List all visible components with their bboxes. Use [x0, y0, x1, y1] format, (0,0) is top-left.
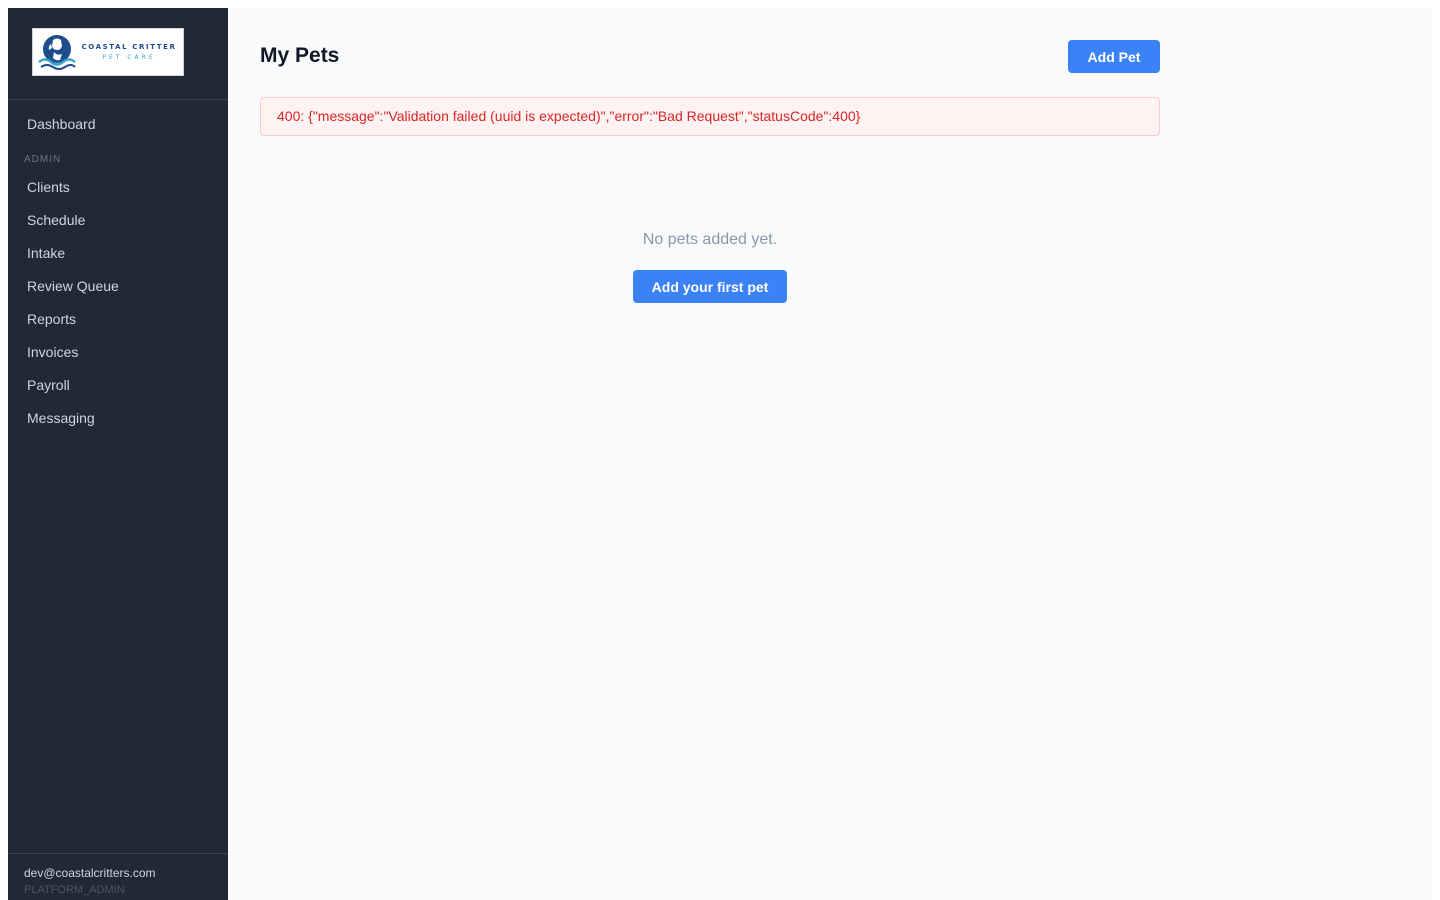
sidebar-item-invoices[interactable]: Invoices [8, 336, 228, 369]
sidebar-item-payroll[interactable]: Payroll [8, 369, 228, 402]
sidebar-item-review-queue[interactable]: Review Queue [8, 270, 228, 303]
user-info: dev@coastalcritters.com PLATFORM_ADMIN [8, 853, 228, 900]
brand-name-line2: PET CARE [102, 54, 156, 61]
dog-wave-logo-icon [38, 35, 76, 70]
sidebar-item-schedule[interactable]: Schedule [8, 204, 228, 237]
empty-state-text: No pets added yet. [642, 231, 778, 248]
brand-name-line1: COASTAL CRITTER [81, 43, 177, 51]
add-first-pet-button[interactable]: Add your first pet [633, 270, 787, 303]
sidebar: COASTAL CRITTER PET CARE Dashboard ADMIN… [8, 8, 228, 900]
error-banner: 400: {"message":"Validation failed (uuid… [260, 97, 1160, 136]
add-pet-button[interactable]: Add Pet [1068, 40, 1160, 73]
brand-logo[interactable]: COASTAL CRITTER PET CARE [32, 28, 184, 76]
main-content: My Pets Add Pet 400: {"message":"Validat… [228, 8, 1432, 900]
app-frame: COASTAL CRITTER PET CARE Dashboard ADMIN… [8, 8, 1432, 900]
logo-area: COASTAL CRITTER PET CARE [8, 8, 228, 100]
sidebar-item-intake[interactable]: Intake [8, 237, 228, 270]
page-title: My Pets [260, 44, 340, 67]
user-role: PLATFORM_ADMIN [24, 884, 125, 896]
sidebar-item-dashboard[interactable]: Dashboard [8, 108, 228, 141]
user-email: dev@coastalcritters.com [24, 866, 156, 880]
sidebar-item-messaging[interactable]: Messaging [8, 402, 228, 435]
sidebar-nav: Dashboard ADMIN Clients Schedule Intake … [8, 100, 228, 435]
sidebar-section-admin: ADMIN [24, 154, 62, 165]
sidebar-item-clients[interactable]: Clients [8, 171, 228, 204]
sidebar-item-reports[interactable]: Reports [8, 303, 228, 336]
brand-name: COASTAL CRITTER PET CARE [79, 43, 179, 61]
